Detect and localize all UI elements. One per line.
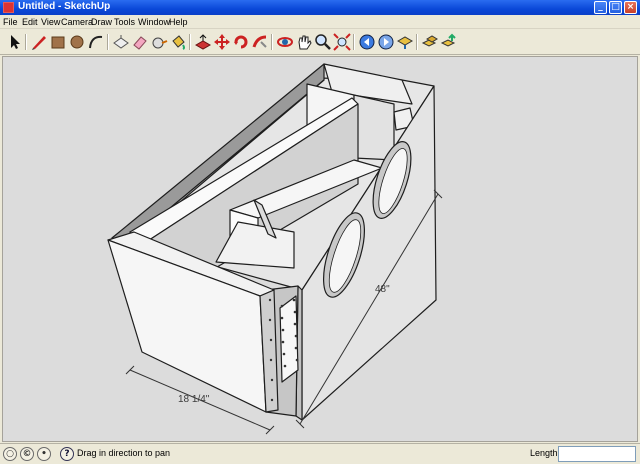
menu-draw[interactable]: Draw: [91, 17, 112, 27]
terminal-cutout: [279, 295, 299, 383]
zoom-extents-tool-icon[interactable]: [333, 33, 351, 51]
follow-me-tool-icon[interactable]: [251, 33, 269, 51]
menu-edit[interactable]: Edit: [22, 17, 38, 27]
zoom-tool-icon[interactable]: [314, 33, 332, 51]
measurements-input[interactable]: [558, 446, 636, 462]
toolbar-separator: [189, 34, 191, 50]
menu-help[interactable]: Help: [169, 17, 188, 27]
menu-camera[interactable]: Camera: [61, 17, 93, 27]
orbit-tool-icon[interactable]: [276, 33, 294, 51]
title-bar: Untitled - SketchUp _ □ ×: [0, 0, 640, 15]
maximize-button[interactable]: □: [609, 1, 622, 14]
get-models-tool-icon[interactable]: [396, 33, 414, 51]
menu-bar: File Edit View Camera Draw Tools Window …: [0, 15, 640, 29]
next-view-tool-icon[interactable]: [377, 33, 395, 51]
circle-tool-icon[interactable]: [68, 33, 86, 51]
toolbar-separator: [416, 34, 418, 50]
credits-icon[interactable]: ©: [20, 447, 34, 461]
help-icon[interactable]: ?: [60, 447, 74, 461]
status-bar: ○ © • ? Drag in direction to pan Length: [0, 443, 640, 464]
menu-file[interactable]: File: [3, 17, 18, 27]
rectangle-tool-icon[interactable]: [49, 33, 67, 51]
rotate-tool-icon[interactable]: [232, 33, 250, 51]
arc-tool-icon[interactable]: [87, 33, 105, 51]
make-component-tool-icon[interactable]: [112, 33, 130, 51]
menu-tools[interactable]: Tools: [114, 17, 135, 27]
move-tool-icon[interactable]: [213, 33, 231, 51]
select-tool-icon[interactable]: [6, 33, 24, 51]
geo-location-icon[interactable]: ○: [3, 447, 17, 461]
previous-view-tool-icon[interactable]: [358, 33, 376, 51]
share-model-tool-icon[interactable]: [440, 33, 458, 51]
tape-measure-tool-icon[interactable]: [150, 33, 168, 51]
width-dimension-label: 18 1/4": [178, 394, 210, 405]
user-icon[interactable]: •: [37, 447, 51, 461]
rear-inner-side: [353, 94, 395, 161]
pencil-line-tool-icon[interactable]: [30, 33, 48, 51]
measurements-label: Length: [530, 448, 558, 458]
length-dimension-label: 48": [375, 284, 390, 295]
toolbar-separator: [25, 34, 27, 50]
toolbar: [0, 29, 640, 55]
toolbar-separator: [107, 34, 109, 50]
window-title: Untitled - SketchUp: [18, 1, 111, 12]
status-message: Drag in direction to pan: [77, 448, 171, 458]
eraser-tool-icon[interactable]: [131, 33, 149, 51]
menu-window[interactable]: Window: [138, 17, 170, 27]
push-pull-tool-icon[interactable]: [194, 33, 212, 51]
pan-tool-icon[interactable]: [295, 33, 313, 51]
menu-view[interactable]: View: [41, 17, 60, 27]
toolbar-separator: [353, 34, 355, 50]
toolbar-separator: [271, 34, 273, 50]
component-browser-tool-icon[interactable]: [421, 33, 439, 51]
speaker-box-model[interactable]: 48" 18 1/4": [2, 56, 638, 442]
minimize-button[interactable]: _: [594, 1, 607, 14]
drawing-viewport[interactable]: 48" 18 1/4": [2, 56, 638, 442]
sketchup-app-icon[interactable]: [3, 2, 14, 13]
paint-bucket-tool-icon[interactable]: [169, 33, 187, 51]
close-button[interactable]: ×: [624, 1, 637, 14]
